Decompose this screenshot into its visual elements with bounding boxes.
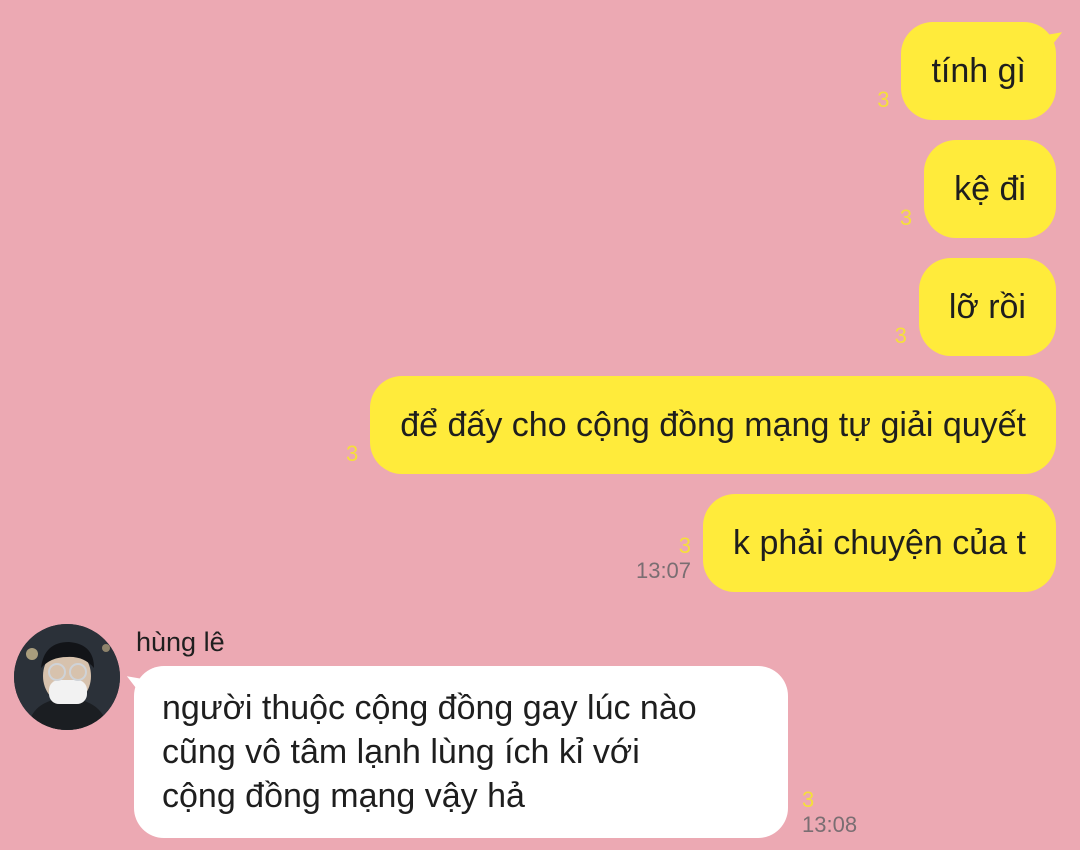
message-bubble-outgoing[interactable]: lỡ rồi: [918, 258, 1056, 356]
message-row-outgoing: 3 13:07 k phải chuyện của t: [636, 494, 1056, 592]
message-meta: 3: [877, 88, 889, 112]
message-meta: 3 13:07: [636, 534, 691, 584]
message-row-outgoing: 3 lỡ rồi: [895, 258, 1056, 356]
message-row-incoming: hùng lê người thuộc cộng đồng gay lúc nà…: [14, 622, 1064, 842]
message-line: người thuộc cộng đồng gay lúc nào: [162, 689, 697, 727]
avatar[interactable]: [14, 624, 120, 730]
unread-count: 3: [899, 205, 913, 230]
message-meta: 3: [346, 442, 358, 466]
avatar-photo-icon: [14, 624, 120, 730]
message-row-outgoing: 3 kệ đi: [900, 140, 1056, 238]
message-bubble-outgoing[interactable]: tính gì: [901, 22, 1056, 120]
chat-view: 3 tính gì 3 kệ đi 3 lỡ rồi 3 để đấy cho …: [0, 0, 1080, 850]
message-timestamp: 13:07: [635, 558, 692, 583]
message-row-outgoing: 3 tính gì: [877, 22, 1056, 120]
message-meta: 3: [895, 324, 907, 348]
message-bubble-outgoing[interactable]: k phải chuyện của t: [703, 494, 1056, 592]
message-timestamp: 13:08: [802, 812, 858, 837]
message-bubble-outgoing[interactable]: kệ đi: [924, 140, 1056, 238]
sender-name: hùng lê: [136, 627, 225, 657]
unread-count: 3: [877, 87, 890, 112]
unread-count: 3: [894, 323, 907, 348]
message-line: cũng vô tâm lạnh lùng ích kỉ với: [162, 733, 640, 771]
message-bubble-incoming[interactable]: người thuộc cộng đồng gay lúc nào cũng v…: [134, 666, 788, 838]
unread-count: 3: [802, 787, 815, 812]
message-row-outgoing: 3 để đấy cho cộng đồng mạng tự giải quyế…: [346, 376, 1056, 474]
unread-count: 3: [678, 533, 692, 558]
message-meta: 3: [900, 206, 912, 230]
incoming-message: người thuộc cộng đồng gay lúc nào cũng v…: [134, 666, 857, 838]
message-line: cộng đồng mạng vậy hả: [162, 777, 525, 815]
unread-count: 3: [346, 441, 359, 466]
message-bubble-outgoing[interactable]: để đấy cho cộng đồng mạng tự giải quyết: [370, 376, 1056, 474]
message-meta: 3 13:08: [802, 788, 857, 838]
